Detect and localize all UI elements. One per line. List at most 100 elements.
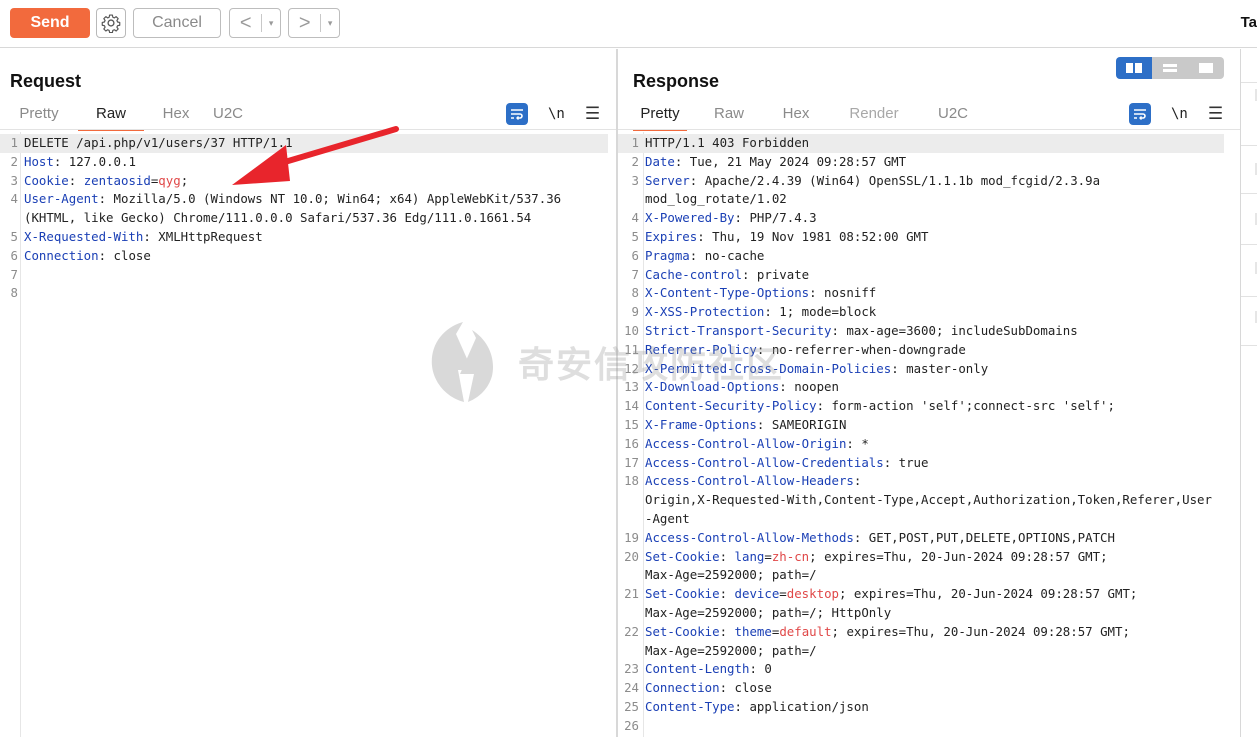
code-line[interactable]: 7 xyxy=(0,266,608,285)
separator: : xyxy=(756,341,772,357)
tab-render[interactable]: Render xyxy=(847,103,901,131)
cookie-name: device xyxy=(734,586,780,602)
separator: : xyxy=(853,529,869,545)
right-side-strip xyxy=(1240,49,1257,737)
code-line[interactable]: mod_log_rotate/1.02 xyxy=(618,190,1224,209)
code-line[interactable]: 7 Cache-control: private xyxy=(618,266,1224,285)
code-line[interactable]: 6 Connection: close xyxy=(0,247,608,266)
show-newlines-button[interactable]: \n xyxy=(548,106,565,122)
line-text: -Agent xyxy=(639,510,690,529)
code-line[interactable]: 23 Content-Length: 0 xyxy=(618,660,1224,679)
response-tabs: Pretty Raw Hex Render U2C xyxy=(633,103,970,131)
code-line[interactable]: Max-Age=2592000; path=/ xyxy=(618,642,1224,661)
hamburger-menu-icon[interactable]: ☰ xyxy=(585,104,600,124)
cookie-attributes: ; expires=Thu, 20-Jun-2024 09:28:57 GMT; xyxy=(838,586,1138,602)
response-editor[interactable]: 1 HTTP/1.1 403 Forbidden 2 Date: Tue, 21 Ma… xyxy=(618,132,1240,737)
hamburger-menu-icon[interactable]: ☰ xyxy=(1208,104,1223,124)
line-number: 1 xyxy=(10,135,18,150)
word-wrap-button[interactable] xyxy=(506,103,528,125)
code-line[interactable]: 22 Set-Cookie: theme=default; expires=Thu… xyxy=(618,623,1224,642)
code-line[interactable]: -Agent xyxy=(618,510,1224,529)
tab-pretty[interactable]: Pretty xyxy=(633,103,687,131)
code-line[interactable]: 4 X-Powered-By: PHP/7.4.3 xyxy=(618,209,1224,228)
chevron-down-icon[interactable]: ▾ xyxy=(262,18,280,29)
show-newlines-button[interactable]: \n xyxy=(1171,106,1188,122)
request-pane: Request Pretty Raw Hex U2C \n ☰ 1 DELETE … xyxy=(0,49,616,737)
code-line[interactable]: 17 Access-Control-Allow-Credentials: true xyxy=(618,454,1224,473)
code-line[interactable]: 1 DELETE /api.php/v1/users/37 HTTP/1.1 xyxy=(0,134,608,153)
line-text: X-Content-Type-Options: nosniff xyxy=(639,284,876,303)
code-line[interactable]: 9 X-XSS-Protection: 1; mode=block xyxy=(618,303,1224,322)
layout-stacked-button[interactable] xyxy=(1152,57,1188,79)
code-line[interactable]: 19 Access-Control-Allow-Methods: GET,POST… xyxy=(618,529,1224,548)
word-wrap-button[interactable] xyxy=(1129,103,1151,125)
code-line[interactable]: 25 Content-Type: application/json xyxy=(618,698,1224,717)
header-value: noopen xyxy=(794,379,839,395)
line-number: 20 xyxy=(624,548,639,564)
tab-hex[interactable]: Hex xyxy=(781,103,811,131)
request-editor[interactable]: 1 DELETE /api.php/v1/users/37 HTTP/1.1 2 Ho… xyxy=(0,132,616,737)
back-button[interactable]: < ▾ xyxy=(229,8,281,38)
code-line[interactable]: 2 Date: Tue, 21 May 2024 09:28:57 GMT xyxy=(618,153,1224,172)
response-title: Response xyxy=(633,71,720,91)
separator: : xyxy=(719,586,735,602)
code-line[interactable]: 8 xyxy=(0,284,608,303)
separator: : xyxy=(98,191,114,207)
chevron-down-icon[interactable]: ▾ xyxy=(321,18,339,29)
separator: : xyxy=(741,266,757,282)
code-line[interactable]: 5 X-Requested-With: XMLHttpRequest xyxy=(0,228,608,247)
line-number xyxy=(0,209,18,228)
header-name: Server xyxy=(645,172,690,188)
code-line[interactable]: 1 HTTP/1.1 403 Forbidden xyxy=(618,134,1224,153)
header-value: 127.0.0.1 xyxy=(68,153,136,169)
request-code[interactable]: 1 DELETE /api.php/v1/users/37 HTTP/1.1 2 Ho… xyxy=(0,134,608,303)
code-line[interactable]: (KHTML, like Gecko) Chrome/111.0.0.0 Saf… xyxy=(0,209,608,228)
header-value: no-referrer-when-downgrade xyxy=(771,341,966,357)
tab-u2c[interactable]: U2C xyxy=(936,103,970,131)
code-line[interactable]: 2 Host: 127.0.0.1 xyxy=(0,153,608,172)
code-line[interactable]: 12 X-Permitted-Cross-Domain-Policies: mas… xyxy=(618,360,1224,379)
settings-button[interactable] xyxy=(96,8,126,38)
code-line[interactable]: 15 X-Frame-Options: SAMEORIGIN xyxy=(618,416,1224,435)
code-line[interactable]: 10 Strict-Transport-Security: max-age=360… xyxy=(618,322,1224,341)
forward-button[interactable]: > ▾ xyxy=(288,8,340,38)
cancel-button[interactable]: Cancel xyxy=(133,8,221,38)
line-text xyxy=(18,266,24,285)
line-text: X-Powered-By: PHP/7.4.3 xyxy=(639,209,817,228)
code-line[interactable]: Max-Age=2592000; path=/ xyxy=(618,566,1224,585)
code-line[interactable]: 18 Access-Control-Allow-Headers: xyxy=(618,472,1224,491)
target-tab-label[interactable]: Ta xyxy=(1241,14,1257,31)
code-line[interactable]: 20 Set-Cookie: lang=zh-cn; expires=Thu, 2… xyxy=(618,548,1224,567)
code-line[interactable]: 3 Cookie: zentaosid=qyg; xyxy=(0,172,608,191)
code-line[interactable]: 6 Pragma: no-cache xyxy=(618,247,1224,266)
header-value: PHP/7.4.3 xyxy=(749,210,817,226)
code-line[interactable]: 11 Referrer-Policy: no-referrer-when-down… xyxy=(618,341,1224,360)
line-text: Expires: Thu, 19 Nov 1981 08:52:00 GMT xyxy=(639,228,928,247)
code-line[interactable]: 16 Access-Control-Allow-Origin: * xyxy=(618,435,1224,454)
code-line[interactable]: Max-Age=2592000; path=/; HttpOnly xyxy=(618,604,1224,623)
tab-u2c[interactable]: U2C xyxy=(211,103,245,131)
code-line[interactable]: 8 X-Content-Type-Options: nosniff xyxy=(618,284,1224,303)
line-text xyxy=(18,284,24,303)
tab-raw[interactable]: Raw xyxy=(714,103,744,131)
code-line[interactable]: 5 Expires: Thu, 19 Nov 1981 08:52:00 GMT xyxy=(618,228,1224,247)
tab-hex[interactable]: Hex xyxy=(161,103,191,131)
layout-tabs-button[interactable] xyxy=(1188,57,1224,79)
layout-side-by-side-button[interactable] xyxy=(1116,57,1152,79)
cookie-name: theme xyxy=(734,623,772,639)
send-button[interactable]: Send xyxy=(10,8,90,38)
code-line[interactable]: Origin,X-Requested-With,Content-Type,Acc… xyxy=(618,491,1224,510)
code-line[interactable]: 3 Server: Apache/2.4.39 (Win64) OpenSSL/1… xyxy=(618,172,1224,191)
code-line[interactable]: 13 X-Download-Options: noopen xyxy=(618,378,1224,397)
code-line[interactable]: 24 Connection: close xyxy=(618,679,1224,698)
line-number: 26 xyxy=(624,717,639,733)
header-name: Set-Cookie xyxy=(645,623,720,639)
code-line[interactable]: 14 Content-Security-Policy: form-action '… xyxy=(618,397,1224,416)
response-code[interactable]: 1 HTTP/1.1 403 Forbidden 2 Date: Tue, 21 Ma… xyxy=(618,134,1224,736)
tab-raw[interactable]: Raw xyxy=(78,103,144,131)
code-line[interactable]: 4 User-Agent: Mozilla/5.0 (Windows NT 10.… xyxy=(0,190,608,209)
code-line[interactable]: 21 Set-Cookie: device=desktop; expires=Th… xyxy=(618,585,1224,604)
code-line[interactable]: 26 xyxy=(618,717,1224,736)
tab-pretty[interactable]: Pretty xyxy=(17,103,61,131)
line-text: Strict-Transport-Security: max-age=3600;… xyxy=(639,322,1078,341)
